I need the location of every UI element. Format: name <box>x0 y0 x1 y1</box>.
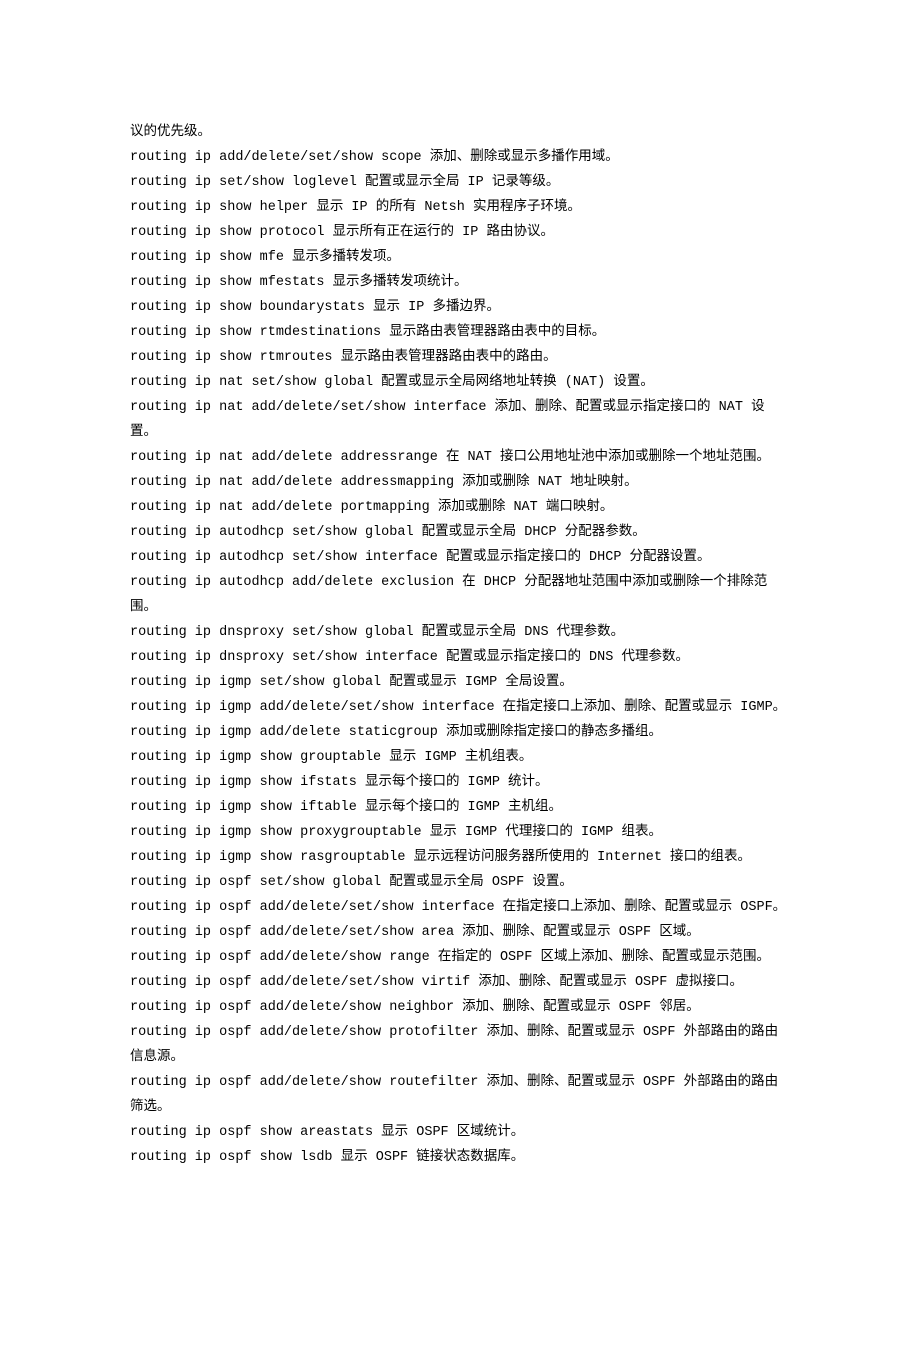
document-page: 议的优先级。routing ip add/delete/set/show sco… <box>0 0 920 1350</box>
text-line: routing ip show rtmdestinations 显示路由表管理器… <box>130 320 790 345</box>
text-line: routing ip igmp show rasgrouptable 显示远程访… <box>130 845 790 870</box>
text-line: routing ip show protocol 显示所有正在运行的 IP 路由… <box>130 220 790 245</box>
text-line: routing ip igmp add/delete staticgroup 添… <box>130 720 790 745</box>
text-line: routing ip show boundarystats 显示 IP 多播边界… <box>130 295 790 320</box>
text-line: routing ip ospf add/delete/show routefil… <box>130 1070 790 1120</box>
text-line: routing ip igmp show iftable 显示每个接口的 IGM… <box>130 795 790 820</box>
text-line: routing ip ospf add/delete/show range 在指… <box>130 945 790 970</box>
text-line: 议的优先级。 <box>130 120 790 145</box>
text-line: routing ip ospf add/delete/set/show inte… <box>130 895 790 920</box>
text-line: routing ip show helper 显示 IP 的所有 Netsh 实… <box>130 195 790 220</box>
text-line: routing ip show rtmroutes 显示路由表管理器路由表中的路… <box>130 345 790 370</box>
text-line: routing ip show mfestats 显示多播转发项统计。 <box>130 270 790 295</box>
text-line: routing ip igmp show proxygrouptable 显示 … <box>130 820 790 845</box>
text-line: routing ip dnsproxy set/show interface 配… <box>130 645 790 670</box>
text-line: routing ip ospf set/show global 配置或显示全局 … <box>130 870 790 895</box>
text-line: routing ip ospf show areastats 显示 OSPF 区… <box>130 1120 790 1145</box>
text-line: routing ip igmp add/delete/set/show inte… <box>130 695 790 720</box>
text-line: routing ip autodhcp set/show interface 配… <box>130 545 790 570</box>
text-line: routing ip ospf show lsdb 显示 OSPF 链接状态数据… <box>130 1145 790 1170</box>
text-line: routing ip set/show loglevel 配置或显示全局 IP … <box>130 170 790 195</box>
text-line: routing ip nat add/delete/set/show inter… <box>130 395 790 445</box>
text-line: routing ip igmp show grouptable 显示 IGMP … <box>130 745 790 770</box>
text-line: routing ip ospf add/delete/show protofil… <box>130 1020 790 1070</box>
text-line: routing ip show mfe 显示多播转发项。 <box>130 245 790 270</box>
text-line: routing ip ospf add/delete/set/show virt… <box>130 970 790 995</box>
text-line: routing ip autodhcp set/show global 配置或显… <box>130 520 790 545</box>
text-line: routing ip igmp show ifstats 显示每个接口的 IGM… <box>130 770 790 795</box>
text-line: routing ip igmp set/show global 配置或显示 IG… <box>130 670 790 695</box>
document-body: 议的优先级。routing ip add/delete/set/show sco… <box>130 120 790 1170</box>
text-line: routing ip nat add/delete portmapping 添加… <box>130 495 790 520</box>
text-line: routing ip ospf add/delete/show neighbor… <box>130 995 790 1020</box>
text-line: routing ip nat add/delete addressrange 在… <box>130 445 790 470</box>
text-line: routing ip nat set/show global 配置或显示全局网络… <box>130 370 790 395</box>
text-line: routing ip ospf add/delete/set/show area… <box>130 920 790 945</box>
text-line: routing ip nat add/delete addressmapping… <box>130 470 790 495</box>
text-line: routing ip dnsproxy set/show global 配置或显… <box>130 620 790 645</box>
text-line: routing ip autodhcp add/delete exclusion… <box>130 570 790 620</box>
text-line: routing ip add/delete/set/show scope 添加、… <box>130 145 790 170</box>
